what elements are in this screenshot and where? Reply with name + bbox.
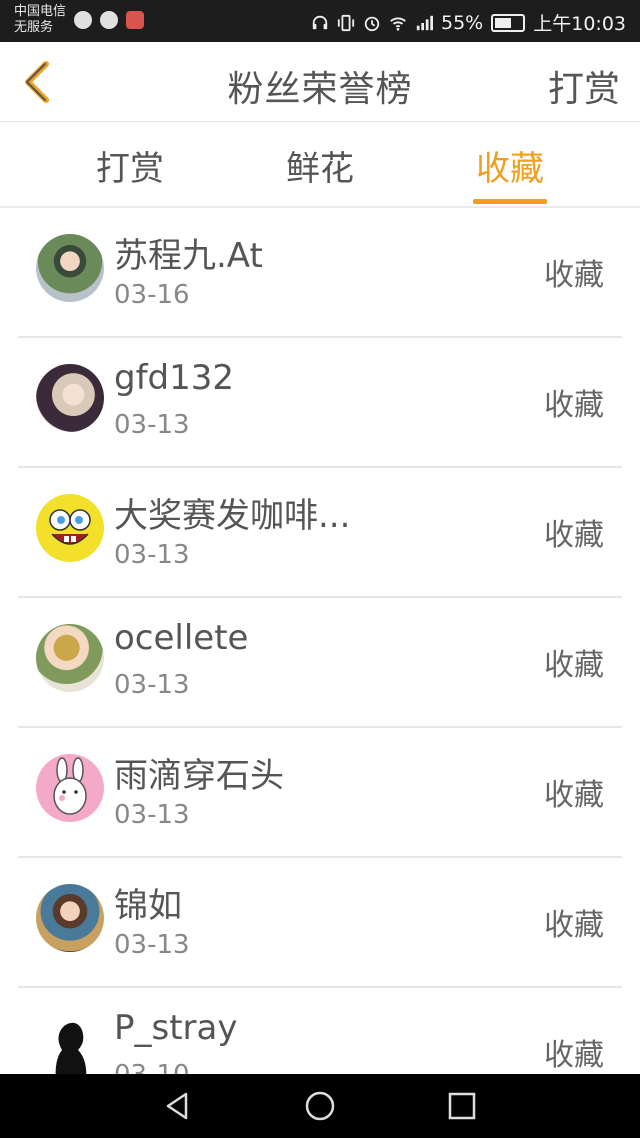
avatar: [36, 494, 104, 562]
fan-name: P_stray: [114, 1008, 238, 1048]
list-item[interactable]: 大奖赛发咖啡... 03-13 收藏: [0, 468, 640, 598]
fan-action: 收藏: [544, 648, 604, 683]
avatar: [36, 1014, 104, 1074]
header: 粉丝荣誉榜 打赏: [0, 42, 640, 122]
list-item[interactable]: gfd132 03-13 收藏: [0, 338, 640, 468]
carrier-info: 中国电信 无服务: [14, 4, 66, 36]
fan-date: 03-13: [114, 410, 190, 440]
signal-icon: [416, 15, 433, 30]
headphones-icon: [312, 15, 328, 29]
fan-name: 大奖赛发咖啡...: [114, 496, 351, 536]
avatar: [36, 884, 104, 952]
nav-home-icon[interactable]: [302, 1088, 338, 1124]
vibrate-icon: [337, 14, 355, 31]
bunny-icon: [53, 757, 87, 815]
system-nav-bar: [0, 1074, 640, 1138]
tab-tip[interactable]: 打赏: [70, 122, 190, 208]
battery-icon: [491, 13, 526, 32]
carrier-service: 无服务: [14, 20, 54, 35]
fan-date: 03-10: [114, 1060, 190, 1074]
fan-action: 收藏: [544, 518, 604, 553]
avatar: [36, 364, 104, 432]
tab-flowers[interactable]: 鲜花: [260, 122, 380, 208]
chat-icon: [100, 11, 118, 29]
fan-list: 苏程九.At 03-16 收藏 gfd132 03-13 收藏 大奖赛发咖啡..…: [0, 208, 640, 1074]
status-bar: 中国电信 无服务 55% 上午10:03: [0, 0, 640, 42]
fan-action: 收藏: [544, 1038, 604, 1073]
avatar: [36, 754, 104, 822]
page-title: 粉丝荣誉榜: [227, 69, 413, 110]
app-notification-icon: [126, 11, 144, 29]
fan-date: 03-13: [114, 930, 190, 960]
fan-action: 收藏: [544, 778, 604, 813]
tab-favorites[interactable]: 收藏: [450, 122, 570, 208]
avatar: [36, 234, 104, 302]
fan-name: 苏程九.At: [114, 236, 263, 276]
fan-name: gfd132: [114, 358, 235, 398]
avatar: [36, 624, 104, 692]
list-item[interactable]: 苏程九.At 03-16 收藏: [0, 208, 640, 338]
fan-date: 03-13: [114, 800, 190, 830]
globe-icon: [74, 11, 92, 29]
clock: 上午10:03: [533, 13, 626, 35]
tip-button[interactable]: 打赏: [548, 60, 620, 112]
fan-name: 雨滴穿石头: [114, 756, 284, 796]
fan-action: 收藏: [544, 388, 604, 423]
status-icons: 55% 上午10:03: [311, 9, 626, 36]
tab-bar: 打赏 鲜花 收藏: [0, 122, 640, 208]
fan-name: ocellete: [114, 618, 249, 658]
active-tab-indicator: [473, 199, 547, 204]
fan-date: 03-13: [114, 540, 190, 570]
fan-action: 收藏: [544, 258, 604, 293]
sponge-face-icon: [49, 509, 91, 545]
silhouette-icon: [55, 1022, 87, 1074]
list-item[interactable]: P_stray 03-10 收藏: [0, 988, 640, 1074]
fan-action: 收藏: [544, 908, 604, 943]
nav-back-icon[interactable]: [160, 1088, 196, 1124]
tab-favorites-label: 收藏: [476, 148, 544, 189]
fan-date: 03-13: [114, 670, 190, 700]
carrier-name: 中国电信: [14, 4, 67, 19]
list-item[interactable]: 雨滴穿石头 03-13 收藏: [0, 728, 640, 858]
battery-percent: 55%: [441, 11, 484, 34]
list-item[interactable]: 锦如 03-13 收藏: [0, 858, 640, 988]
fan-name: 锦如: [114, 886, 182, 926]
nav-recents-icon[interactable]: [444, 1088, 480, 1124]
list-item[interactable]: ocellete 03-13 收藏: [0, 598, 640, 728]
notification-icons: [74, 11, 144, 29]
alarm-icon: [364, 16, 380, 31]
wifi-icon: [390, 17, 406, 31]
fan-date: 03-16: [114, 280, 190, 310]
